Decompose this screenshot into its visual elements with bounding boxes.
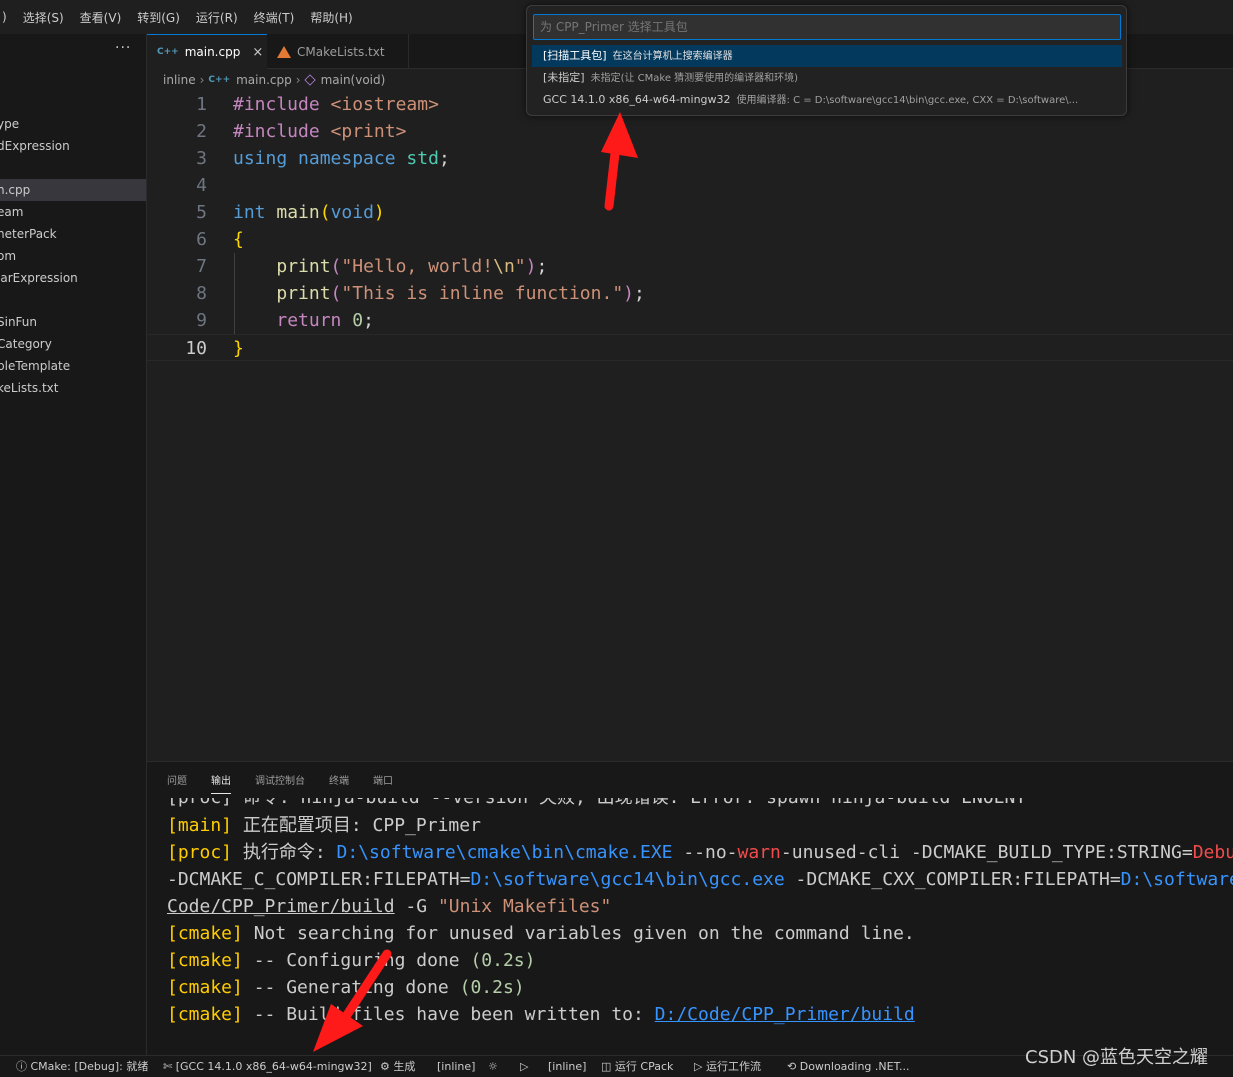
code-line: 2 #include <print> [196,121,407,142]
cpp-icon: C++ [208,75,231,85]
explorer-item[interactable] [0,289,146,311]
explorer-item[interactable]: pleTemplate [0,355,146,377]
cmake-status[interactable]: ⓘ CMake: [Debug]: 就绪 [16,1056,148,1077]
tab-label: main.cpp [184,45,241,59]
code-line-current: 10} [147,334,1233,361]
quick-pick-item-gcc[interactable]: GCC 14.1.0 x86_64-w64-mingw32 使用编译器: C = … [532,89,1122,111]
output-line: [cmake] -- Generating done (0.2s) [167,977,525,998]
launch-target[interactable]: [inline] [548,1056,586,1077]
bottom-panel: 问题 输出 调试控制台 终端 端口 [proc] 命令: ninja-build… [147,761,1233,1055]
run-cpack-button[interactable]: ◫ 运行 CPack [601,1056,673,1077]
downloading-status[interactable]: ⟲ Downloading .NET... [787,1056,909,1077]
explorer-item[interactable]: keLists.txt [0,377,146,399]
build-target[interactable]: [inline] [437,1056,475,1077]
menu-item-help[interactable]: 帮助(H) [302,9,360,26]
menu-item-goto[interactable]: 转到(G) [129,9,188,26]
csdn-watermark: CSDN @蓝色天空之耀 [1025,1047,1209,1068]
output-log[interactable]: [proc] 命令: ninja-build --version 失败, 出现错… [147,798,1233,1056]
build-path-link[interactable]: D:/Code/CPP_Primer/build [655,1004,915,1025]
tab-ports[interactable]: 端口 [373,762,393,798]
sync-icon: ⟲ [787,1060,800,1073]
more-actions-icon[interactable]: ··· [115,40,131,56]
chevron-right-icon: › [199,73,205,87]
method-icon [303,74,316,86]
tab-label: CMakeLists.txt [297,44,385,59]
package-icon: ◫ [601,1060,615,1073]
output-line: [cmake] -- Build files have been written… [167,1004,915,1025]
play-icon: ▷ [694,1060,706,1073]
cpp-icon: C++ [157,47,179,57]
run-workflow-button[interactable]: ▷ 运行工作流 [694,1056,761,1077]
quick-pick-item-scan-kits[interactable]: [扫描工具包] 在这台计算机上搜索编译器 [532,45,1122,67]
code-line: 4 [196,175,207,196]
tab-problems[interactable]: 问题 [167,762,187,798]
output-line: [proc] 命令: ninja-build --version 失败, 出现错… [167,798,1026,811]
explorer-item[interactable]: larExpression [0,267,146,289]
code-editor[interactable]: 1 #include <iostream> 2 #include <print> 3… [147,91,1233,761]
code-line: 3 using namespace std; [196,148,450,169]
tab-main-cpp[interactable]: C++ main.cpp × [147,34,267,69]
active-kit[interactable]: ✄ [GCC 14.1.0 x86_64-w64-mingw32] [163,1056,372,1077]
breadcrumb-folder[interactable]: inline [163,73,196,87]
build-button[interactable]: ⚙ 生成 [380,1056,415,1077]
tab-terminal[interactable]: 终端 [329,762,349,798]
run-icon[interactable]: ▷ [520,1056,528,1077]
cmake-icon [277,45,291,58]
debug-icon[interactable]: ☼ [488,1056,498,1077]
panel-tabs: 问题 输出 调试控制台 终端 端口 [147,762,417,798]
tab-cmakelists[interactable]: CMakeLists.txt [267,34,409,69]
tab-output[interactable]: 输出 [211,762,231,798]
explorer-item[interactable]: ype [0,113,146,135]
close-icon[interactable]: × [252,45,263,60]
output-line: [proc] 执行命令: D:\software\cmake\bin\cmake… [167,842,1233,863]
explorer-item[interactable]: om [0,245,146,267]
output-line: [cmake] -- Configuring done (0.2s) [167,950,536,971]
code-line: 5 int main(void) [196,202,385,223]
explorer-item[interactable]: eam [0,201,146,223]
explorer-item[interactable]: dExpression [0,135,146,157]
menu-item-view[interactable]: 查看(V) [72,9,130,26]
explorer-item[interactable]: Category [0,333,146,355]
menu-item-run[interactable]: 运行(R) [188,9,246,26]
code-line: 7 print("Hello, world!\n"); [196,256,548,277]
kit-selection-quick-pick: [扫描工具包]在这台计算机上搜索编译器 [未指定]未指定(让 CMake 猜测要… [526,5,1127,116]
code-line: 6{ [196,229,244,250]
menu-item-terminal[interactable]: 终端(T) [246,9,303,26]
output-line: [cmake] Not searching for unused variabl… [167,923,915,944]
menu-item-selection[interactable]: 选择(S) [15,9,72,26]
info-icon: ⓘ [16,1060,31,1073]
explorer-item-selected[interactable]: n.cpp [0,179,146,201]
kit-search-input[interactable] [533,14,1121,40]
code-line: 9 return 0; [196,310,374,331]
gear-icon: ⚙ [380,1060,394,1073]
chevron-right-icon: › [295,73,301,87]
output-line: [main] 正在配置项目: CPP_Primer [167,815,481,836]
explorer-item[interactable]: SinFun [0,311,146,333]
quick-pick-item-unspecified[interactable]: [未指定] 未指定(让 CMake 猜测要使用的编译器和环境) [532,67,1122,89]
breadcrumb-symbol[interactable]: main(void) [321,73,386,87]
output-line: Code/CPP_Primer/build -G "Unix Makefiles… [167,896,612,917]
output-line: -DCMAKE_C_COMPILER:FILEPATH=D:\software\… [167,869,1233,890]
tab-debug-console[interactable]: 调试控制台 [255,762,305,798]
wrench-icon: ✄ [163,1060,176,1073]
explorer-sidebar: ··· ype dExpression n.cpp eam neterPack … [0,34,147,1055]
code-line: 8 print("This is inline function."); [196,283,645,304]
menu-item-truncated[interactable]: ) [0,10,15,24]
explorer-item[interactable]: neterPack [0,223,146,245]
breadcrumb-file[interactable]: main.cpp [236,73,292,87]
